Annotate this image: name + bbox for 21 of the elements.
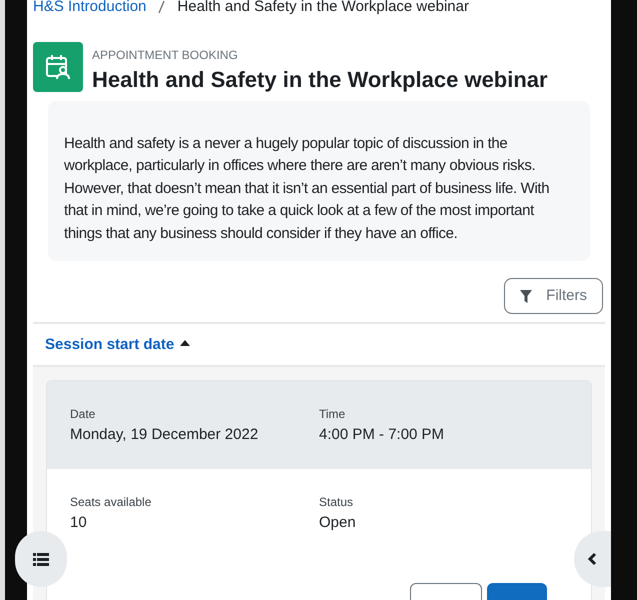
field-value: Open [319, 514, 357, 532]
field-value: 10 [70, 514, 88, 532]
breadcrumb-separator-icon [158, 0, 166, 14]
page-title: Health and Safety in the Workplace webinar [92, 66, 548, 94]
chevron-left-icon [588, 552, 597, 566]
field-label: Status [319, 495, 354, 510]
sort-column-header[interactable]: Session start date [45, 334, 190, 357]
filters-button[interactable]: Filters [504, 278, 603, 314]
breadcrumb-link[interactable]: H&S Introduction [33, 0, 146, 14]
description-text: Health and safety is a never a hugely popular topic of discussion in the workplace, particularly in offices where there are aren’t many obvious risks. However, that doesn’t mean that it isn’t an essential part of business life. With that in mind, we’re going to take a quick look at a few of the most important things that any business should consider if they have an office. [64, 134, 550, 244]
field-label: Time [319, 407, 346, 422]
field-value: 4:00 PM - 7:00 PM [319, 426, 446, 444]
index-drawer-button[interactable] [15, 531, 67, 587]
breadcrumb-current: Health and Safety in the Workplace webinar [177, 0, 469, 14]
filter-icon [520, 290, 532, 303]
field-label: Date [70, 407, 96, 422]
calendar-person-icon [33, 42, 83, 92]
page-subtitle: APPOINTMENT BOOKING [92, 48, 239, 62]
field-value: Monday, 19 December 2022 [70, 426, 260, 444]
field-label: Seats available [70, 495, 152, 510]
list-icon [33, 552, 49, 566]
